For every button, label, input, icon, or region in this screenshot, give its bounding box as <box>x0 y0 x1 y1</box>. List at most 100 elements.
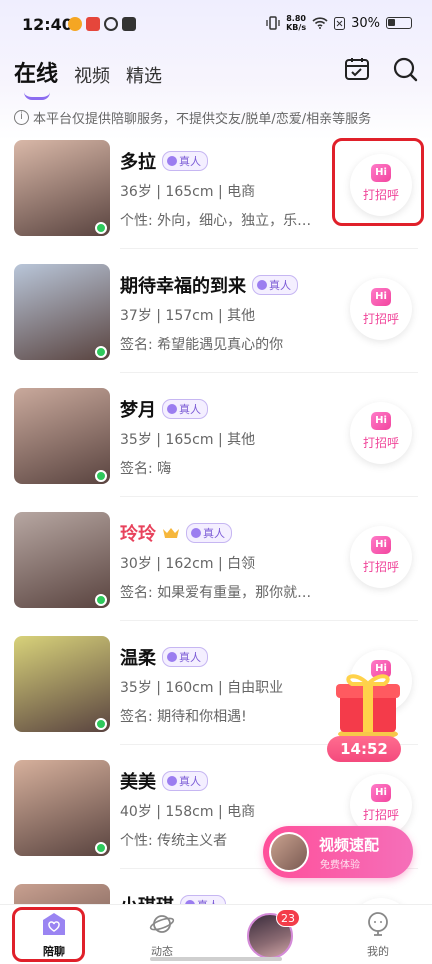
online-status-dot <box>95 346 107 358</box>
tab-online-label: 在线 <box>14 62 59 87</box>
user-meta: 35岁 | 165cm | 其他 <box>120 432 256 448</box>
say-hi-label: 打招呼 <box>362 560 399 574</box>
user-name-line: 温柔 真人 <box>120 644 208 670</box>
service-notice: i 本平台仅提供陪聊服务，不提供交友/脱单/恋爱/相亲等服务 <box>14 108 371 127</box>
user-signature: 签名: 期待和你相遇! <box>120 709 247 725</box>
net-speed-value: 8.80 <box>286 14 306 23</box>
net-speed: 8.80 KB/s <box>286 14 306 32</box>
online-status-dot <box>95 222 107 234</box>
wifi-icon <box>312 17 328 29</box>
verified-badge-label: 真人 <box>179 403 201 416</box>
say-hi-button[interactable]: Hi 打招呼 <box>350 402 412 464</box>
verified-badge-label: 真人 <box>179 775 201 788</box>
hi-bubble-icon: Hi <box>371 412 391 430</box>
say-hi-button[interactable]: Hi 打招呼 <box>350 278 412 340</box>
highlight-nav-chat <box>12 907 85 962</box>
user-meta: 30岁 | 162cm | 白领 <box>120 556 256 572</box>
user-avatar[interactable] <box>14 388 110 484</box>
verified-icon <box>257 280 267 290</box>
tab-online[interactable]: 在线 <box>14 56 59 100</box>
verified-badge: 真人 <box>162 151 208 171</box>
vip-crown-icon <box>163 528 179 538</box>
video-match-title: 视频速配 <box>319 836 380 854</box>
user-meta: 37岁 | 157cm | 其他 <box>120 308 256 324</box>
verified-badge-label: 真人 <box>269 279 291 292</box>
status-time: 12:40 <box>22 15 73 34</box>
verified-badge: 真人 <box>162 647 208 667</box>
user-avatar[interactable] <box>14 636 110 732</box>
vibrate-icon <box>266 16 280 30</box>
search-icon[interactable] <box>392 56 418 82</box>
say-hi-label: 打招呼 <box>362 808 399 822</box>
user-row[interactable]: 期待幸福的到来 真人 37岁 | 157cm | 其他 签名: 希望能遇见真心的… <box>0 264 432 376</box>
user-name-line: 多拉 真人 <box>120 148 208 174</box>
user-name: 美美 <box>120 772 156 793</box>
online-status-dot <box>95 842 107 854</box>
user-name-line: 期待幸福的到来 真人 <box>120 272 298 298</box>
nav-me-label: 我的 <box>367 945 389 958</box>
status-bar: 12:40 8.80 KB/s 30% <box>0 0 432 48</box>
user-row[interactable]: 梦月 真人 35岁 | 165cm | 其他 签名: 嗨 Hi 打招呼 <box>0 388 432 500</box>
user-signature: 个性: 外向，细心，独立，乐… <box>120 213 312 229</box>
row-divider <box>120 372 418 373</box>
user-row[interactable]: 玲玲 真人 30岁 | 162cm | 白领 签名: 如果爱有重量，那你就… H… <box>0 512 432 624</box>
battery-icon <box>386 17 412 29</box>
status-app-icons <box>68 17 136 31</box>
home-indicator <box>150 957 282 961</box>
link-icon <box>104 17 118 31</box>
tab-active-indicator <box>24 92 50 100</box>
video-match-avatar <box>269 832 309 872</box>
tab-video[interactable]: 视频 <box>74 62 110 88</box>
hi-bubble-icon: Hi <box>371 784 391 802</box>
user-signature: 签名: 如果爱有重量，那你就… <box>120 585 312 601</box>
user-avatar[interactable] <box>14 264 110 360</box>
header-actions <box>344 56 418 82</box>
verified-badge: 真人 <box>186 523 232 543</box>
nav-moments[interactable]: 动态 <box>132 911 192 959</box>
sim-off-icon <box>334 16 346 30</box>
user-meta: 40岁 | 158cm | 电商 <box>120 804 256 820</box>
user-name: 多拉 <box>120 152 156 173</box>
nav-me[interactable]: 我的 <box>348 911 408 959</box>
user-meta: 36岁 | 165cm | 电商 <box>120 184 256 200</box>
user-avatar[interactable] <box>14 140 110 236</box>
user-avatar[interactable] <box>14 760 110 856</box>
planet-icon <box>149 915 175 933</box>
status-right: 8.80 KB/s 30% <box>266 14 412 32</box>
online-status-dot <box>95 718 107 730</box>
verified-icon <box>167 404 177 414</box>
net-speed-unit: KB/s <box>286 23 307 32</box>
calendar-check-icon[interactable] <box>344 56 370 82</box>
verified-badge-label: 真人 <box>179 651 201 664</box>
hi-bubble-icon: Hi <box>371 288 391 306</box>
gift-box-icon[interactable] <box>330 662 406 742</box>
say-hi-label: 打招呼 <box>362 312 399 326</box>
verified-icon <box>191 528 201 538</box>
video-match-button[interactable]: 视频速配 免费体验 <box>263 826 413 878</box>
service-notice-text: 本平台仅提供陪聊服务，不提供交友/脱单/恋爱/相亲等服务 <box>33 112 372 127</box>
app-notification-icon <box>86 17 100 31</box>
weibo-icon <box>68 17 82 31</box>
verified-badge-label: 真人 <box>179 155 201 168</box>
user-name-line: 玲玲 真人 <box>120 520 232 546</box>
user-meta: 35岁 | 160cm | 自由职业 <box>120 680 284 696</box>
top-tabs: 在线 视频 精选 <box>14 56 162 100</box>
tab-featured[interactable]: 精选 <box>126 62 162 88</box>
verified-badge: 真人 <box>162 399 208 419</box>
row-divider <box>120 620 418 621</box>
user-avatar[interactable] <box>14 512 110 608</box>
video-match-subtitle: 免费体验 <box>320 860 360 871</box>
verified-badge-label: 真人 <box>203 527 225 540</box>
say-hi-label: 打招呼 <box>362 436 399 450</box>
user-name-line: 美美 真人 <box>120 768 208 794</box>
user-signature: 签名: 希望能遇见真心的你 <box>120 337 284 353</box>
gift-countdown[interactable]: 14:52 <box>327 736 401 762</box>
verified-badge: 真人 <box>162 771 208 791</box>
highlight-hi-button <box>332 138 424 226</box>
row-divider <box>120 248 418 249</box>
message-icon <box>122 17 136 31</box>
say-hi-button[interactable]: Hi 打招呼 <box>350 526 412 588</box>
online-status-dot <box>95 594 107 606</box>
user-name: 期待幸福的到来 <box>120 276 246 297</box>
user-name-line: 梦月 真人 <box>120 396 208 422</box>
